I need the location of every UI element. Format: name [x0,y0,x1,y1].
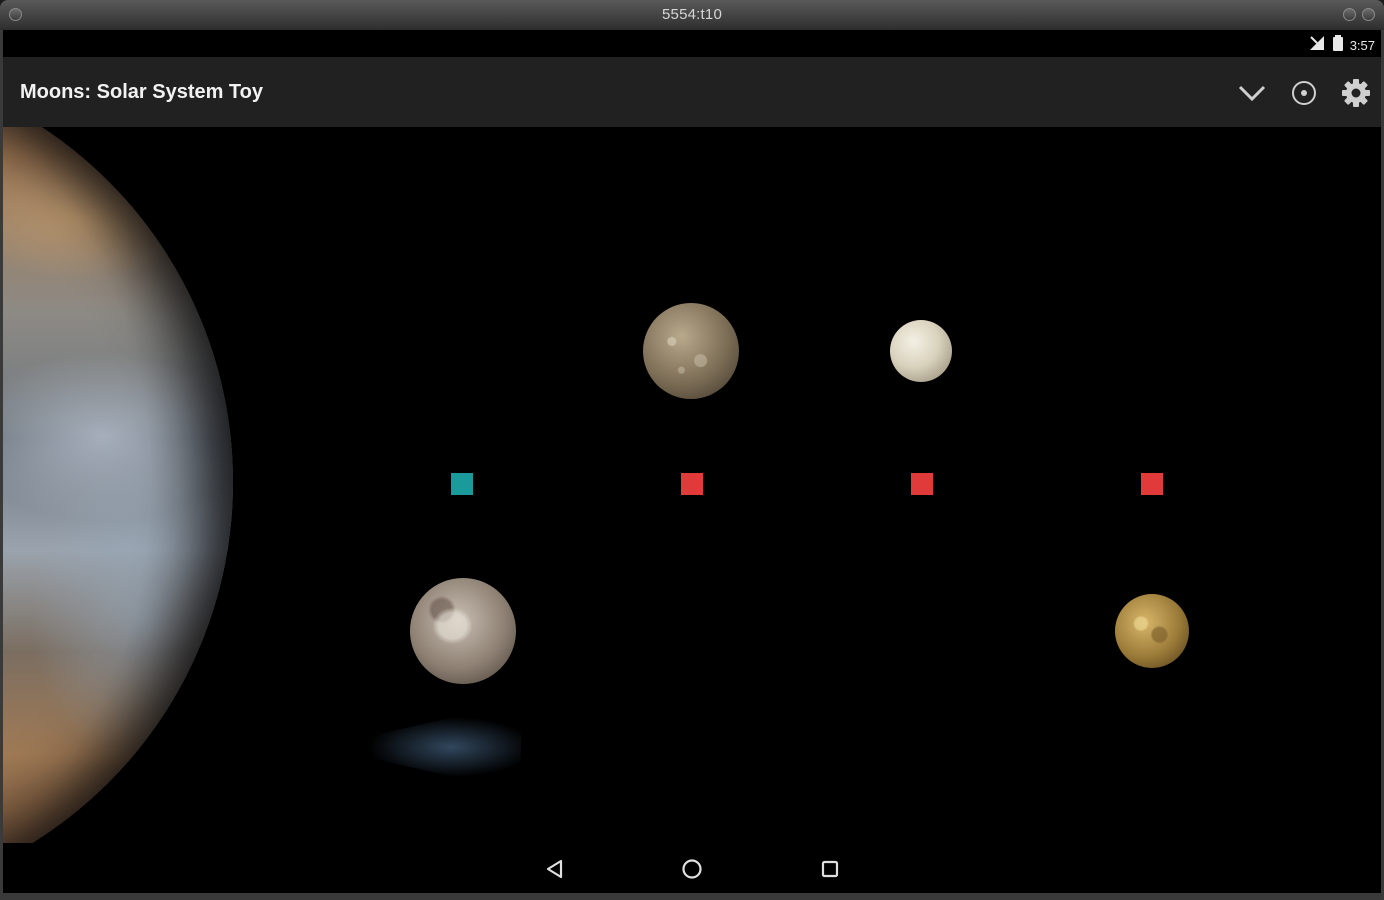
io-moon[interactable] [1115,594,1189,668]
marker-1[interactable] [451,473,473,495]
ganymede-moon[interactable] [410,578,516,684]
signal-icon [1308,35,1326,56]
window-close-button[interactable] [1362,8,1375,21]
navigation-bar [3,843,1381,893]
jupiter-planet[interactable] [3,127,233,843]
solar-system-scene[interactable] [3,127,1381,843]
marker-2[interactable] [681,473,703,495]
gear-icon[interactable] [1340,77,1372,109]
home-icon[interactable] [677,854,707,884]
europa-moon[interactable] [890,320,952,382]
marker-4[interactable] [1141,473,1163,495]
status-bar: 3:57 [3,30,1381,57]
callisto-moon[interactable] [643,303,739,399]
app-title: Moons: Solar System Toy [20,81,264,103]
target-icon[interactable] [1288,77,1320,109]
window-frame-bottom [0,893,1384,900]
marker-3[interactable] [911,473,933,495]
window-title: 5554:t10 [662,6,722,23]
window-titlebar: 5554:t10 [0,0,1384,30]
recents-icon[interactable] [815,854,845,884]
comet-tail [321,702,521,792]
chevron-down-icon[interactable] [1236,77,1268,109]
window-minimize-button[interactable] [1343,8,1356,21]
back-icon[interactable] [540,854,570,884]
battery-icon [1332,35,1344,56]
action-bar: Moons: Solar System Toy [3,57,1381,127]
status-time: 3:57 [1349,38,1375,53]
